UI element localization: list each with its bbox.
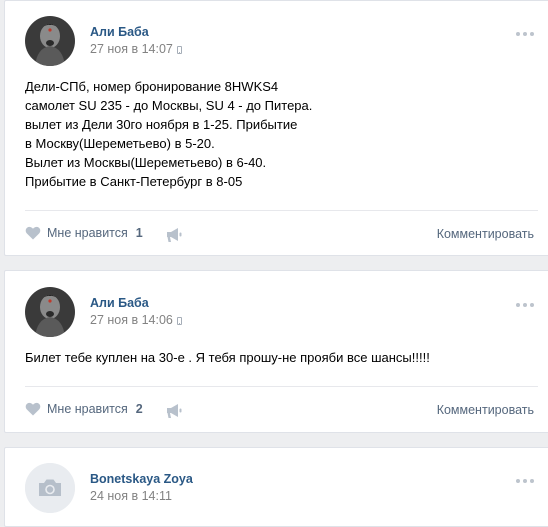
heart-icon bbox=[25, 402, 41, 416]
avatar[interactable] bbox=[25, 16, 75, 66]
like-button[interactable]: Мне нравится 2 bbox=[25, 402, 143, 416]
like-count: 1 bbox=[135, 226, 143, 240]
like-count: 2 bbox=[135, 402, 143, 416]
post-divider bbox=[25, 210, 538, 211]
post-text-line: вылет из Дели 30го ноября в 1-25. Прибыт… bbox=[25, 117, 298, 132]
like-button[interactable]: Мне нравится 1 bbox=[25, 226, 143, 240]
post-text-line: Билет тебе куплен на 30-е . Я тебя прошу… bbox=[25, 350, 430, 365]
more-dots-icon[interactable] bbox=[516, 29, 534, 39]
post-author[interactable]: Али Баба bbox=[90, 25, 149, 39]
megaphone-icon[interactable] bbox=[165, 227, 183, 243]
avatar-photo bbox=[25, 287, 75, 337]
post-text-line: Дели-СПб, номер бронирование 8HWKS4 bbox=[25, 79, 279, 94]
wall-post: Али Баба 27 ноя в 14:06 Билет тебе купле… bbox=[4, 270, 548, 433]
megaphone-icon[interactable] bbox=[165, 403, 183, 419]
post-author[interactable]: Али Баба bbox=[90, 296, 149, 310]
more-dots-icon[interactable] bbox=[516, 300, 534, 310]
post-author[interactable]: Bonetskaya Zoya bbox=[90, 472, 193, 486]
avatar-photo bbox=[25, 16, 75, 66]
avatar[interactable] bbox=[25, 287, 75, 337]
comment-button[interactable]: Комментировать bbox=[437, 403, 534, 417]
post-text: Билет тебе куплен на 30-е . Я тебя прошу… bbox=[25, 348, 538, 367]
post-text-line: Вылет из Москвы(Шереметьево) в 6-40. bbox=[25, 155, 267, 170]
post-date-text[interactable]: 27 ноя в 14:06 bbox=[90, 313, 173, 327]
camera-icon bbox=[25, 463, 75, 513]
post-date-text[interactable]: 24 ноя в 14:11 bbox=[90, 489, 172, 503]
like-label: Мне нравится bbox=[47, 402, 128, 416]
more-dots-icon[interactable] bbox=[516, 476, 534, 486]
post-date[interactable]: 27 ноя в 14:07 bbox=[90, 42, 182, 56]
post-date[interactable]: 27 ноя в 14:06 bbox=[90, 313, 182, 327]
mobile-phone-icon bbox=[176, 46, 182, 54]
wall-post: Bonetskaya Zoya 24 ноя в 14:11 bbox=[4, 447, 548, 527]
post-date[interactable]: 24 ноя в 14:11 bbox=[90, 489, 172, 503]
post-text-line: самолет SU 235 - до Москвы, SU 4 - до Пи… bbox=[25, 98, 313, 113]
avatar[interactable] bbox=[25, 463, 75, 513]
post-divider bbox=[25, 386, 538, 387]
like-label: Мне нравится bbox=[47, 226, 128, 240]
post-text-line: Прибытие в Санкт-Петербург в 8-05 bbox=[25, 174, 243, 189]
post-text: Дели-СПб, номер бронирование 8HWKS4 само… bbox=[25, 77, 538, 191]
heart-icon bbox=[25, 226, 41, 240]
comment-button[interactable]: Комментировать bbox=[437, 227, 534, 241]
post-text-line: в Москву(Шереметьево) в 5-20. bbox=[25, 136, 215, 151]
mobile-phone-icon bbox=[176, 317, 182, 325]
post-date-text[interactable]: 27 ноя в 14:07 bbox=[90, 42, 173, 56]
wall-post: Али Баба 27 ноя в 14:07 Дели-СПб, номер … bbox=[4, 0, 548, 256]
